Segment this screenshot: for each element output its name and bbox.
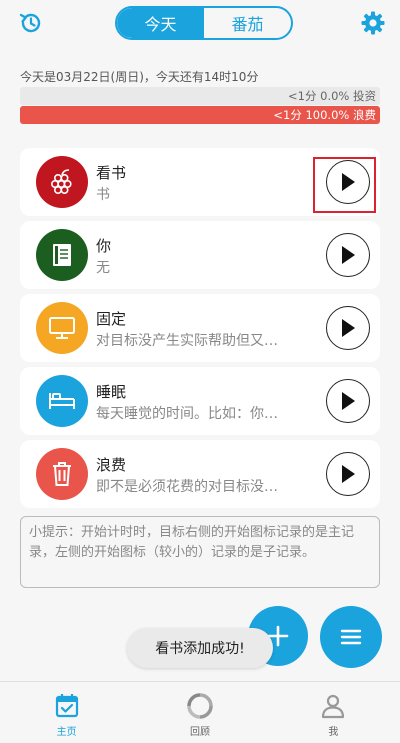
activity-card-you[interactable]: 你 无 <box>20 221 380 289</box>
monitor-icon <box>36 302 88 354</box>
tip-box: 小提示：开始计时时，目标右侧的开始图标记录的是主记录，左侧的开始图标（较小的）记… <box>20 516 380 588</box>
start-timer-button[interactable] <box>326 452 370 496</box>
start-timer-button[interactable] <box>326 233 370 277</box>
activity-card-sleep[interactable]: 睡眠 每天睡觉的时间。比如：你… <box>20 367 380 435</box>
tab-today[interactable]: 今天 <box>117 8 204 38</box>
nav-label: 回顾 <box>189 727 210 738</box>
activity-title: 睡眠 <box>96 383 127 401</box>
menu-icon <box>340 629 362 645</box>
grapes-icon <box>36 156 88 208</box>
bed-icon <box>36 375 88 427</box>
nav-me[interactable]: 我 <box>267 682 400 743</box>
bottom-navigation: 主页 回顾 我 <box>0 681 400 743</box>
nav-label: 主页 <box>56 727 77 738</box>
start-timer-button[interactable] <box>326 306 370 350</box>
highlight-box <box>313 157 376 213</box>
menu-button[interactable] <box>320 606 382 668</box>
history-icon[interactable] <box>18 10 44 36</box>
activity-subtitle: 即不是必须花费的对目标没… <box>96 479 278 495</box>
activity-title: 看书 <box>96 164 127 182</box>
activity-card-waste[interactable]: 浪费 即不是必须花费的对目标没… <box>20 440 380 508</box>
play-icon <box>342 319 355 337</box>
play-icon <box>342 246 355 264</box>
play-icon <box>342 392 355 410</box>
start-timer-button[interactable] <box>326 379 370 423</box>
invest-bar: <1分 0.0% 投资 <box>20 87 380 105</box>
calendar-check-icon <box>55 694 78 718</box>
nav-review[interactable]: 回顾 <box>133 682 266 743</box>
activity-list: 看书 书 你 无 固定 对目标没产生实际帮助但又… 睡眠 每天睡觉的时间。比如：… <box>20 148 380 513</box>
activity-subtitle: 对目标没产生实际帮助但又… <box>96 333 278 349</box>
nav-home[interactable]: 主页 <box>0 682 133 743</box>
activity-subtitle: 无 <box>96 260 110 276</box>
activity-title: 浪费 <box>96 456 127 474</box>
review-ring-icon <box>187 693 213 719</box>
date-remaining-text: 今天是03月22日(周日)，今天还有14时10分 <box>20 70 259 84</box>
waste-bar: <1分 100.0% 浪费 <box>20 106 380 124</box>
activity-title: 你 <box>96 237 112 255</box>
activity-subtitle: 每天睡觉的时间。比如：你… <box>96 406 278 422</box>
play-icon <box>342 465 355 483</box>
book-icon <box>36 229 88 281</box>
person-icon <box>322 694 345 719</box>
nav-label: 我 <box>328 727 339 738</box>
activity-subtitle: 书 <box>96 187 110 203</box>
toast-message: 看书添加成功! <box>127 628 273 668</box>
top-bar: 今天 番茄 <box>0 0 400 56</box>
activity-card-fixed[interactable]: 固定 对目标没产生实际帮助但又… <box>20 294 380 362</box>
trash-icon <box>36 448 88 500</box>
activity-card-reading[interactable]: 看书 书 <box>20 148 380 216</box>
tab-tomato[interactable]: 番茄 <box>204 8 291 38</box>
daily-summary: 今天是03月22日(周日)，今天还有14时10分 <1分 0.0% 投资 <1分… <box>20 68 380 124</box>
gear-icon[interactable] <box>360 10 386 36</box>
view-segmented-control: 今天 番茄 <box>115 6 293 40</box>
activity-title: 固定 <box>96 310 127 328</box>
